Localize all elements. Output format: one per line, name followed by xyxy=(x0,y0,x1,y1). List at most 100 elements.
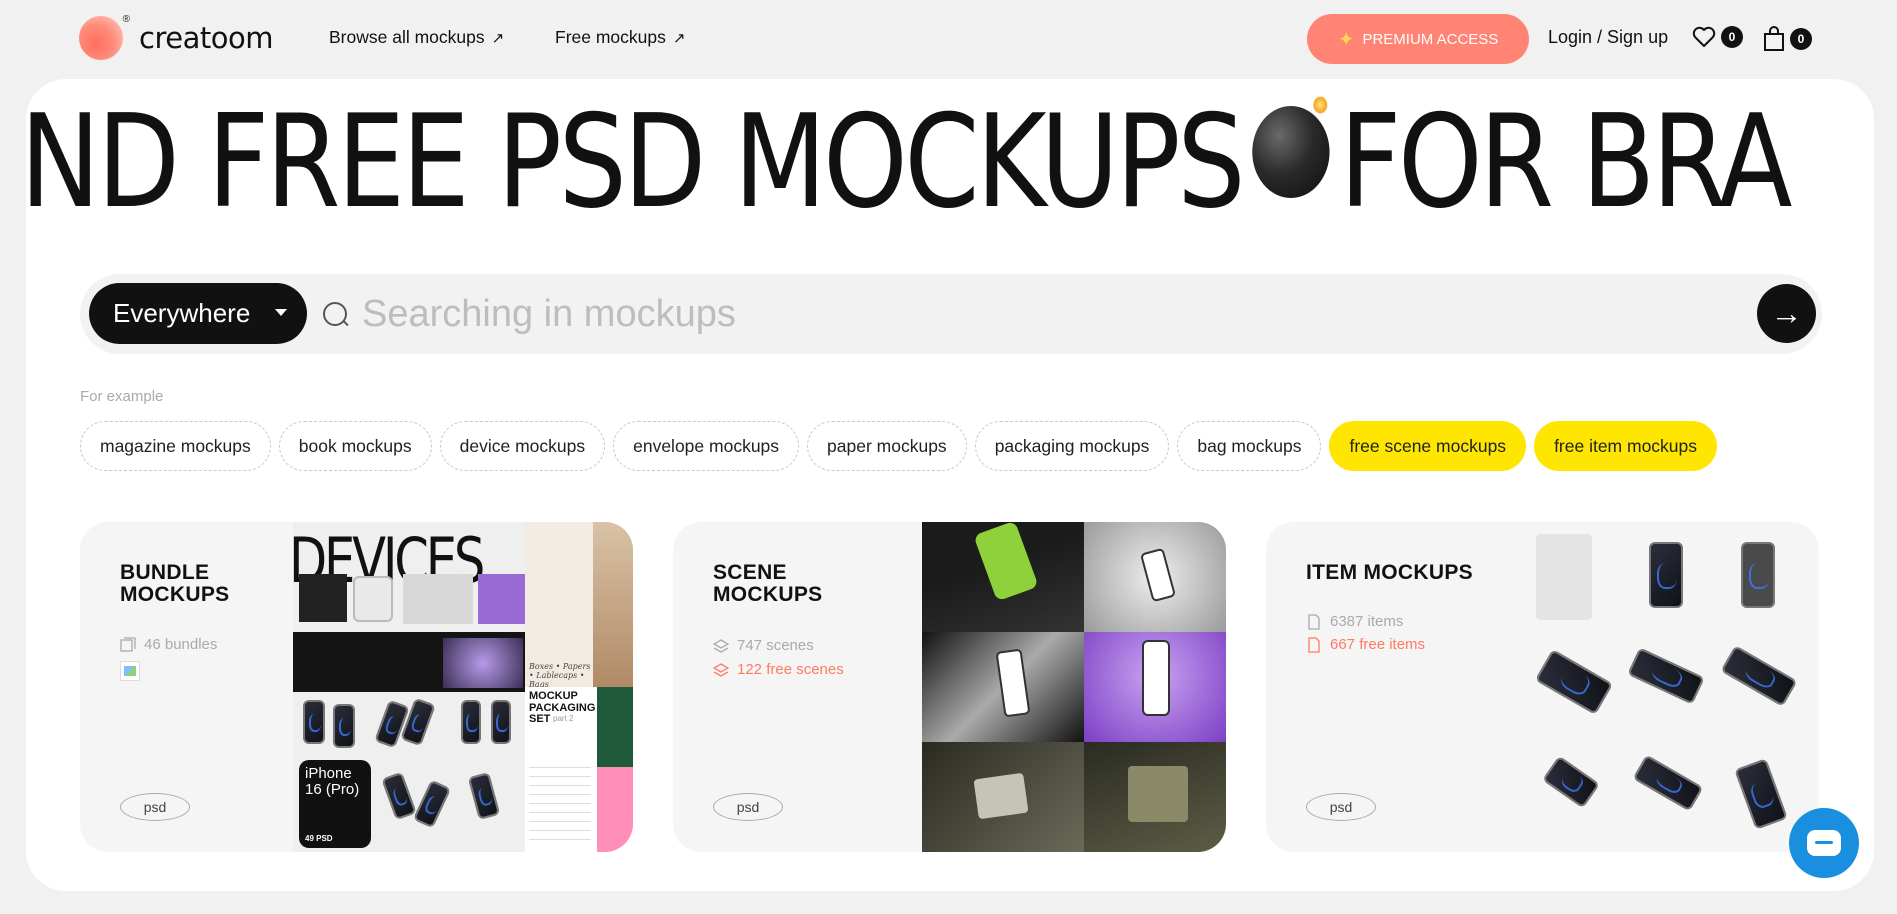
search-scope-dropdown[interactable]: Everywhere xyxy=(89,283,307,344)
phone-image xyxy=(973,522,1039,602)
premium-label: PREMIUM ACCESS xyxy=(1362,30,1499,48)
site-header: ® creatoom Browse all mockups ↗ Free moc… xyxy=(0,0,1897,76)
phone-image xyxy=(333,704,355,748)
card-title: BUNDLE MOCKUPS xyxy=(120,561,230,607)
arrow-up-right-icon: ↗ xyxy=(491,29,505,47)
tile-bag xyxy=(593,522,633,687)
nav-label: Browse all mockups xyxy=(329,27,485,47)
cart-count: 0 xyxy=(1790,28,1812,50)
scene-count-text: 747 scenes xyxy=(737,637,814,654)
chip-bag-mockups[interactable]: bag mockups xyxy=(1177,421,1322,471)
free-item-count: 667 free items xyxy=(1306,636,1425,653)
wishlist-button[interactable]: 0 xyxy=(1692,26,1743,48)
chat-support-button[interactable] xyxy=(1789,808,1859,878)
chip-free-scene-mockups[interactable]: free scene mockups xyxy=(1329,421,1527,471)
packaging-set-tile: MOCKUP PACKAGING SET part 2 xyxy=(525,687,633,852)
phone-image xyxy=(461,700,481,744)
card-title-line: BUNDLE xyxy=(120,561,210,584)
phone-image xyxy=(995,648,1031,718)
chip-magazine-mockups[interactable]: magazine mockups xyxy=(80,421,271,471)
bundle-mockups-card[interactable]: BUNDLE MOCKUPS 46 bundles psd DEVICES iP… xyxy=(80,522,633,852)
packaging-list xyxy=(529,759,591,847)
item-mockups-card[interactable]: ITEM MOCKUPS 6387 items 667 free items p… xyxy=(1266,522,1819,852)
stamp-image xyxy=(1128,766,1188,822)
card-title-line: SCENE xyxy=(713,561,787,584)
search-input[interactable] xyxy=(362,288,1662,340)
tile-purple-glow xyxy=(443,638,523,688)
marquee-text-after: FOR BRA xyxy=(1339,88,1793,237)
search-submit-button[interactable]: → xyxy=(1757,284,1816,343)
examples-label: For example xyxy=(80,388,164,405)
chip-device-mockups[interactable]: device mockups xyxy=(439,421,606,471)
chip-envelope-mockups[interactable]: envelope mockups xyxy=(613,421,800,471)
phone-image xyxy=(1632,754,1704,812)
bundle-count: 46 bundles xyxy=(120,636,217,653)
arrow-up-right-icon: ↗ xyxy=(672,29,686,47)
scope-label: Everywhere xyxy=(113,298,251,328)
chip-packaging-mockups[interactable]: packaging mockups xyxy=(974,421,1170,471)
free-scene-count-text: 122 free scenes xyxy=(737,661,844,678)
scene-mockups-card[interactable]: SCENE MOCKUPS 747 scenes 122 free scenes… xyxy=(673,522,1226,852)
phone-image xyxy=(1139,547,1177,603)
logo-mark-icon: ® xyxy=(79,14,130,60)
bundle-icon xyxy=(120,636,136,652)
hero-marquee: ND FREE PSD MOCKUPS FOR BRA xyxy=(26,96,1792,227)
phone-image xyxy=(1649,542,1683,608)
phone-image xyxy=(381,771,417,821)
bomb-icon xyxy=(1252,96,1330,198)
nav-browse-all-mockups[interactable]: Browse all mockups ↗ xyxy=(329,27,504,48)
file-icon xyxy=(1308,636,1320,653)
chat-icon xyxy=(1807,830,1841,856)
purple-scene xyxy=(1084,632,1226,742)
bundle-count-text: 46 bundles xyxy=(144,636,218,653)
caret-down-icon xyxy=(275,309,287,316)
registered-mark: ® xyxy=(122,14,130,25)
tile-pink xyxy=(597,767,633,852)
spikes-scene xyxy=(1084,522,1226,632)
marquee-text-before: ND FREE PSD MOCKUPS xyxy=(26,88,1245,237)
phone-image xyxy=(303,700,325,744)
chip-paper-mockups[interactable]: paper mockups xyxy=(807,421,967,471)
format-tag: psd xyxy=(120,793,190,821)
phone-image xyxy=(1541,755,1601,809)
heart-icon xyxy=(1692,26,1716,47)
tile-green xyxy=(597,687,633,767)
packaging-part: part 2 xyxy=(553,714,574,723)
phone-image xyxy=(491,700,511,744)
layers-icon xyxy=(713,662,729,677)
sparkles-icon: ✦ xyxy=(1337,28,1355,51)
layers-icon xyxy=(713,638,729,653)
card-title-line: ITEM MOCKUPS xyxy=(1306,561,1473,584)
chip-free-item-mockups[interactable]: free item mockups xyxy=(1534,421,1718,471)
card-title-line: MOCKUPS xyxy=(120,583,230,607)
chip-book-mockups[interactable]: book mockups xyxy=(278,421,432,471)
item-collage-image xyxy=(1526,522,1819,852)
item-count: 6387 items xyxy=(1306,613,1403,630)
cart-button[interactable]: 0 xyxy=(1763,26,1812,52)
phone-image xyxy=(467,771,501,821)
tile-phone-light xyxy=(353,576,393,622)
keyboard-scene xyxy=(922,522,1084,632)
iphone-label: iPhone 16 (Pro) xyxy=(305,765,360,798)
example-chips: magazine mockups book mockups device moc… xyxy=(80,421,1718,471)
iphone-label-card: iPhone 16 (Pro) 49 PSD xyxy=(299,760,371,848)
bundle-collage-image: DEVICES iPhone 16 (Pro) 49 PSD Boxes • P… xyxy=(293,522,633,852)
search-bar: Everywhere → xyxy=(80,274,1822,354)
devices-tile: DEVICES xyxy=(293,522,525,632)
tile-purple xyxy=(478,574,525,624)
phone-image xyxy=(412,779,452,829)
box-image xyxy=(1536,534,1592,620)
nav-free-mockups[interactable]: Free mockups ↗ xyxy=(555,27,685,48)
arrow-right-icon: → xyxy=(1770,295,1803,331)
phone-image xyxy=(1741,542,1775,608)
card-title: ITEM MOCKUPS xyxy=(1306,561,1473,584)
login-signup-link[interactable]: Login / Sign up xyxy=(1548,27,1668,48)
boxes-caption: Boxes • Papers • Lablecaps • Bags xyxy=(529,662,591,689)
premium-access-button[interactable]: ✦ PREMIUM ACCESS xyxy=(1307,14,1529,64)
search-icon xyxy=(323,302,347,326)
scene-count: 747 scenes xyxy=(713,637,814,654)
format-tag: psd xyxy=(713,793,783,821)
phone-image xyxy=(1734,758,1788,830)
logo[interactable]: ® creatoom xyxy=(79,14,273,60)
scene-collage-image xyxy=(922,522,1226,852)
